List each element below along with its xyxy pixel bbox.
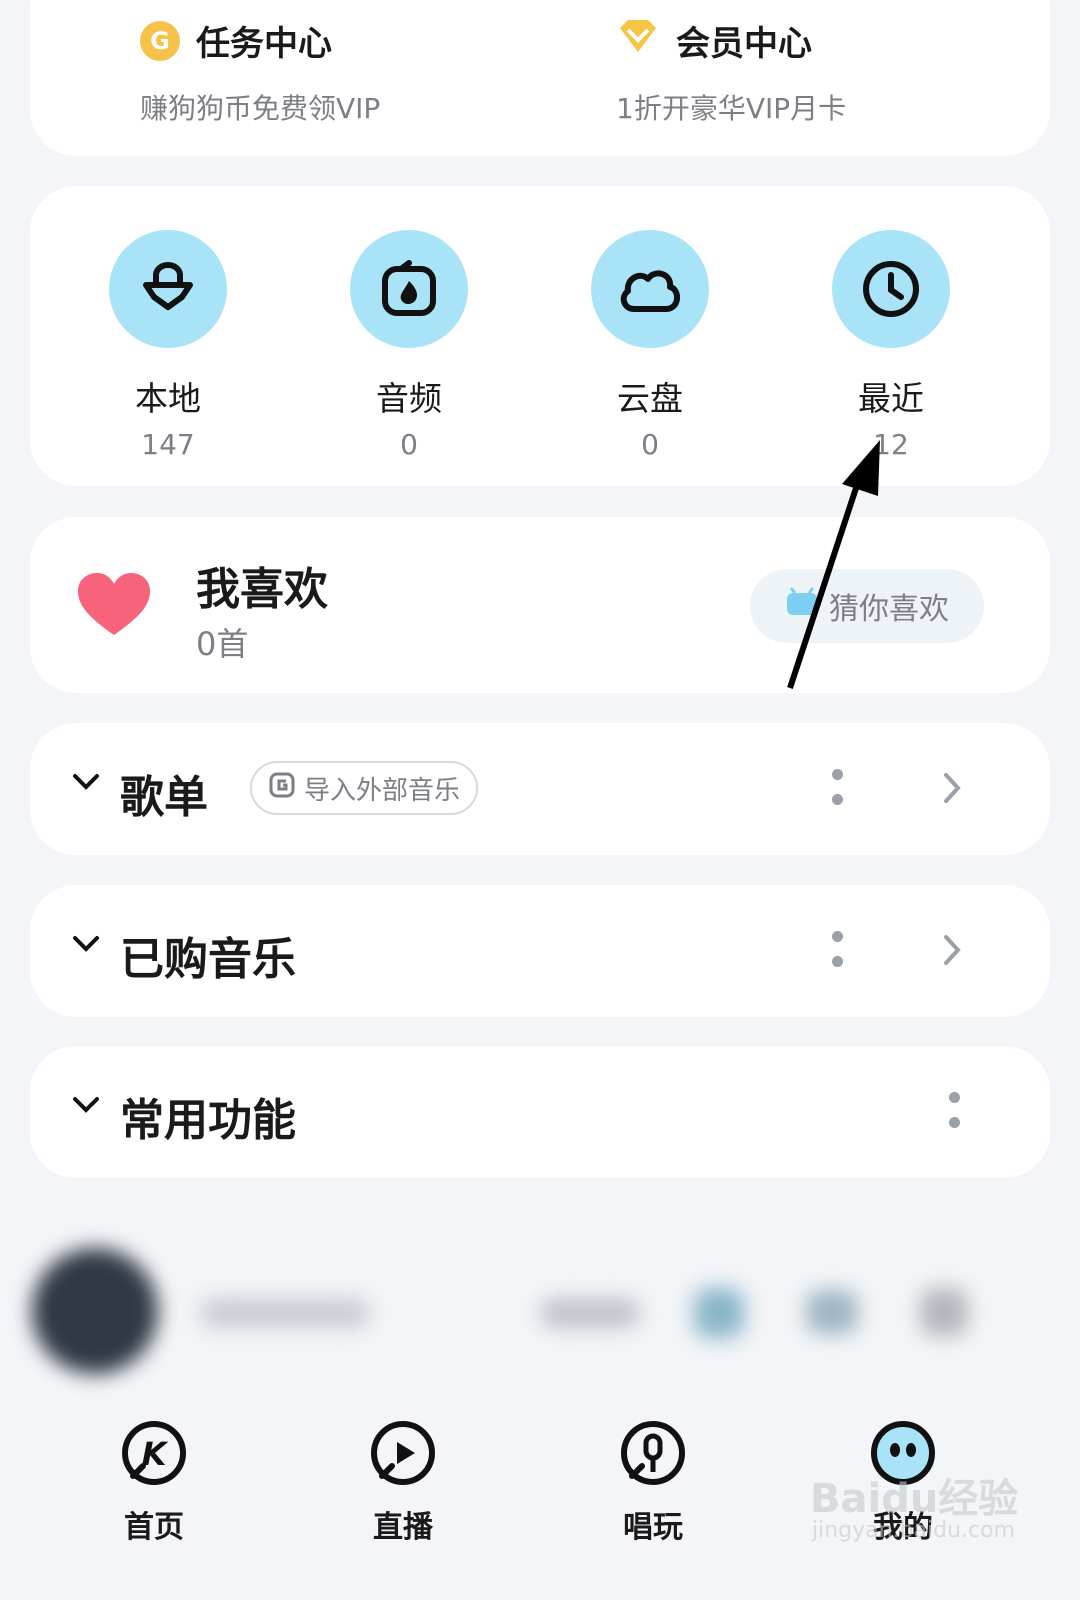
cloud-icon xyxy=(591,230,709,348)
nav-label-sing: 唱玩 xyxy=(623,1510,683,1545)
import-icon xyxy=(268,771,296,806)
guess-you-like-button[interactable]: 猜你喜欢 xyxy=(750,569,984,643)
diamond-icon xyxy=(616,18,660,63)
nav-label-home: 首页 xyxy=(124,1510,184,1545)
grid-label-recent: 最近 xyxy=(858,379,924,418)
song-title-blurred xyxy=(200,1298,370,1328)
section-playlist[interactable]: 歌单 导入外部音乐 xyxy=(30,723,1050,855)
live-icon xyxy=(371,1421,435,1485)
clock-icon xyxy=(832,230,950,348)
grid-count-audio: 0 xyxy=(400,428,418,461)
nav-home[interactable]: K 首页 xyxy=(74,1418,234,1546)
grid-label-local: 本地 xyxy=(135,379,201,418)
chevron-down-icon[interactable] xyxy=(72,1096,100,1118)
section-title-purchased: 已购音乐 xyxy=(120,934,296,985)
grid-item-audio[interactable]: 音频 0 xyxy=(309,230,509,461)
task-center[interactable]: G 任务中心 赚狗狗币免费领VIP xyxy=(140,16,380,127)
favorites-count: 0首 xyxy=(196,625,249,663)
quick-access-card: 本地 147 音频 0 云盘 0 最近 12 xyxy=(30,186,1050,486)
playlist-icon[interactable] xyxy=(920,1288,968,1336)
grid-item-recent[interactable]: 最近 12 xyxy=(791,230,991,461)
grid-count-recent: 12 xyxy=(873,428,909,461)
task-center-subtitle: 赚狗狗币免费领VIP xyxy=(140,92,381,125)
grid-item-cloud[interactable]: 云盘 0 xyxy=(550,230,750,461)
grid-count-local: 147 xyxy=(141,428,195,461)
album-art xyxy=(32,1248,158,1374)
member-center-subtitle: 1折开豪华VIP月卡 xyxy=(616,92,847,125)
more-options-icon[interactable] xyxy=(949,1092,961,1132)
lyrics-button-blurred[interactable] xyxy=(540,1298,640,1328)
guess-you-like-label: 猜你喜欢 xyxy=(829,592,949,627)
grid-count-cloud: 0 xyxy=(641,428,659,461)
task-center-title: 任务中心 xyxy=(196,24,332,64)
favorites-card[interactable]: 我喜欢 0首 猜你喜欢 xyxy=(30,517,1050,693)
chevron-down-icon[interactable] xyxy=(72,935,100,957)
section-title-playlist: 歌单 xyxy=(120,772,208,823)
next-icon[interactable] xyxy=(806,1290,858,1334)
tv-icon xyxy=(785,587,819,625)
heart-icon xyxy=(78,573,150,641)
local-music-icon xyxy=(109,230,227,348)
section-title-common: 常用功能 xyxy=(120,1095,296,1146)
home-k-icon: K xyxy=(122,1421,186,1485)
watermark: Baidu经验 xyxy=(810,1476,1019,1522)
import-music-button[interactable]: 导入外部音乐 xyxy=(250,761,478,815)
member-center-title: 会员中心 xyxy=(676,24,812,64)
audio-icon xyxy=(350,230,468,348)
play-icon[interactable] xyxy=(694,1288,744,1338)
member-center[interactable]: 会员中心 1折开豪华VIP月卡 xyxy=(616,16,846,127)
coin-icon: G xyxy=(140,20,180,61)
nav-label-live: 直播 xyxy=(373,1510,433,1545)
grid-label-audio: 音频 xyxy=(376,379,442,418)
import-music-label: 导入外部音乐 xyxy=(303,775,460,806)
mic-icon xyxy=(621,1421,685,1485)
section-common-functions[interactable]: 常用功能 xyxy=(30,1046,1050,1178)
more-options-icon[interactable] xyxy=(832,931,844,971)
chevron-down-icon[interactable] xyxy=(72,773,100,795)
svg-text:K: K xyxy=(142,1435,169,1473)
favorites-title: 我喜欢 xyxy=(196,564,328,615)
grid-item-local[interactable]: 本地 147 xyxy=(68,230,268,461)
nav-sing[interactable]: 唱玩 xyxy=(573,1418,733,1546)
chevron-right-icon[interactable] xyxy=(942,933,962,971)
section-purchased[interactable]: 已购音乐 xyxy=(30,885,1050,1017)
nav-live[interactable]: 直播 xyxy=(323,1418,483,1546)
grid-label-cloud: 云盘 xyxy=(617,379,683,418)
chevron-right-icon[interactable] xyxy=(942,771,962,809)
more-options-icon[interactable] xyxy=(832,769,844,809)
mini-player[interactable] xyxy=(0,1228,1080,1388)
watermark-url: jingyan.baidu.com xyxy=(812,1518,1016,1543)
top-card: G 任务中心 赚狗狗币免费领VIP 会员中心 1折开豪华VIP月卡 xyxy=(30,0,1050,156)
